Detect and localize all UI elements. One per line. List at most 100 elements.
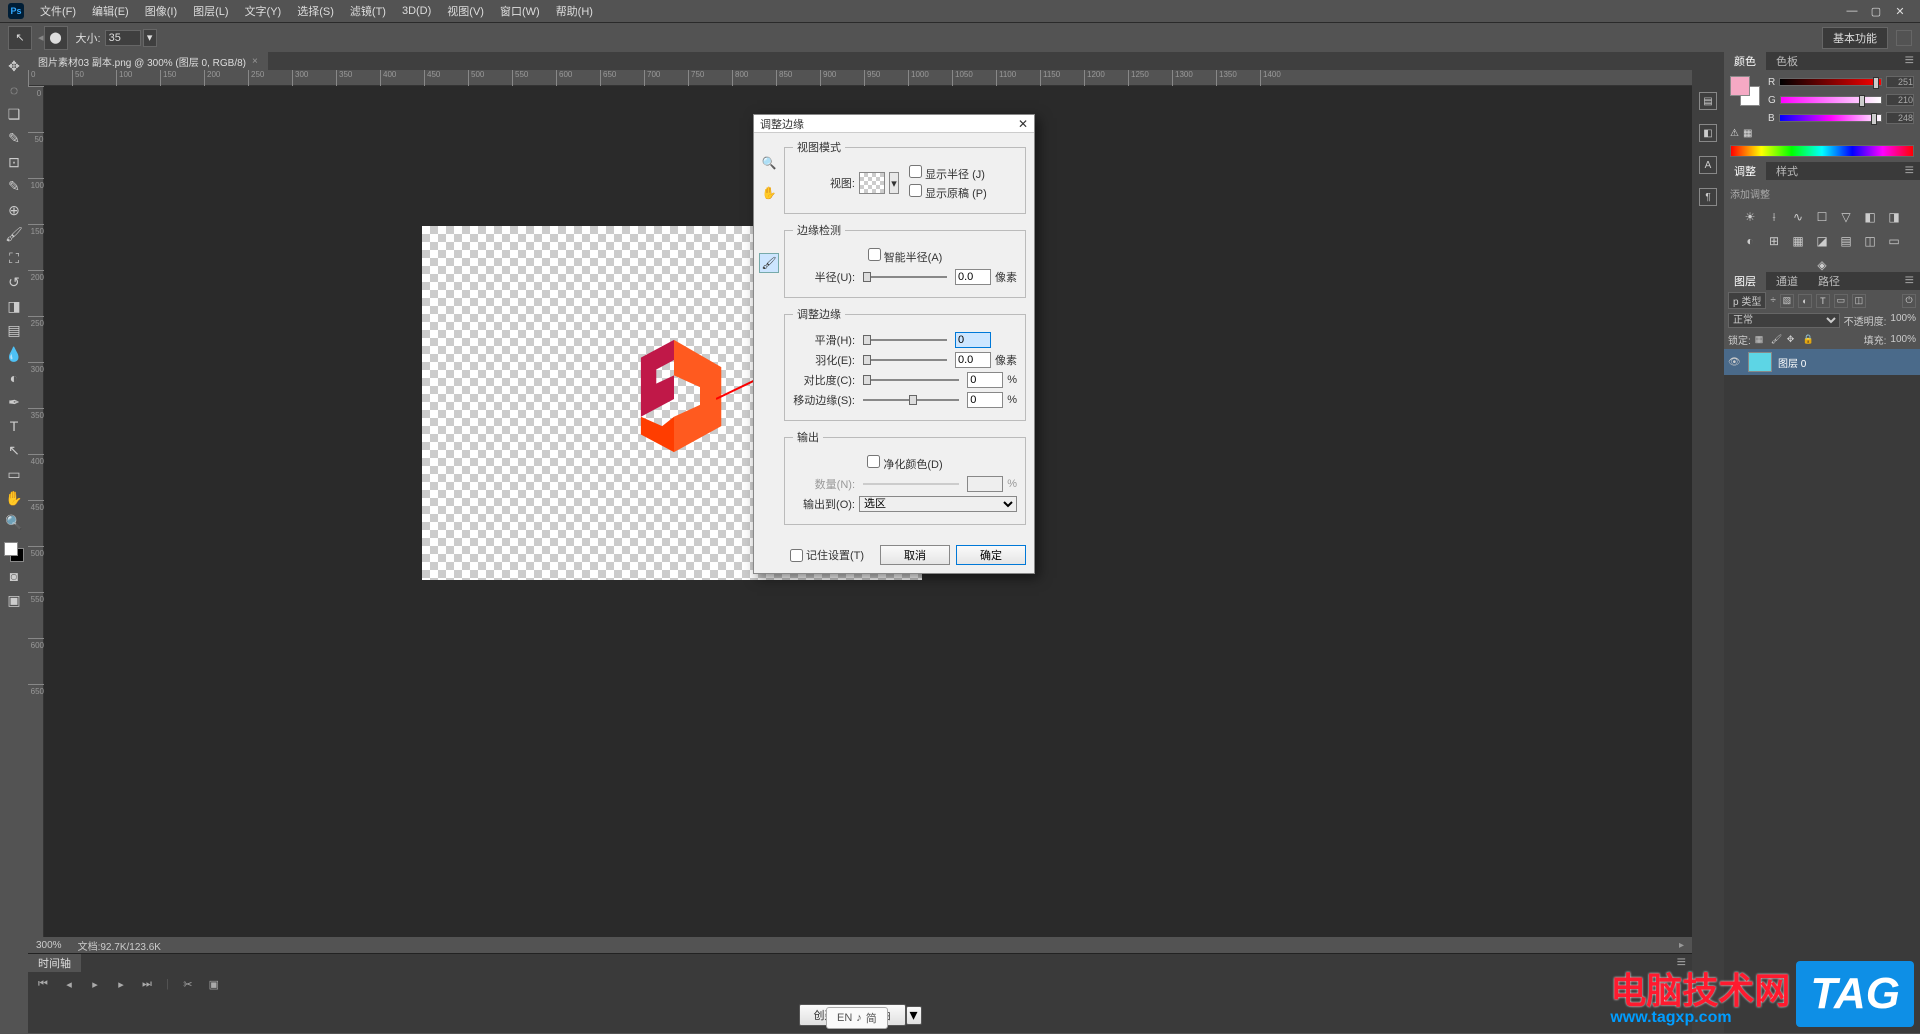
- smart-radius-checkbox[interactable]: 智能半径(A): [868, 248, 943, 265]
- tab-close-icon[interactable]: ×: [252, 56, 258, 67]
- show-radius-checkbox[interactable]: 显示半径 (J): [909, 165, 987, 182]
- b-value[interactable]: [1886, 112, 1914, 124]
- layers-panel-menu-icon[interactable]: ≡: [1899, 272, 1920, 290]
- brightness-icon[interactable]: ☀: [1742, 209, 1758, 225]
- exposure-icon[interactable]: ☐: [1814, 209, 1830, 225]
- menu-layer[interactable]: 图层(L): [185, 3, 236, 19]
- panel-menu-icon[interactable]: ≡: [1899, 52, 1920, 70]
- show-original-checkbox[interactable]: 显示原稿 (P): [909, 184, 987, 201]
- blur-tool-icon[interactable]: 💧: [4, 344, 24, 364]
- menu-select[interactable]: 选择(S): [289, 3, 342, 19]
- layer-row[interactable]: 👁 图层 0: [1724, 349, 1920, 375]
- eyedropper-tool-icon[interactable]: ✎: [4, 176, 24, 196]
- character-panel-icon[interactable]: A: [1699, 156, 1717, 174]
- filter-shape-icon[interactable]: ▭: [1834, 294, 1848, 308]
- paragraph-panel-icon[interactable]: ¶: [1699, 188, 1717, 206]
- workspace-selector[interactable]: 基本功能: [1822, 27, 1888, 49]
- vibrance-icon[interactable]: ▽: [1838, 209, 1854, 225]
- dialog-zoom-tool-icon[interactable]: 🔍: [759, 153, 779, 173]
- gradient-tool-icon[interactable]: ▤: [4, 320, 24, 340]
- smooth-input[interactable]: [955, 332, 991, 348]
- menu-edit[interactable]: 编辑(E): [84, 3, 137, 19]
- curves-icon[interactable]: ∿: [1790, 209, 1806, 225]
- hue-strip[interactable]: [1730, 145, 1914, 157]
- stamp-tool-icon[interactable]: ⛶: [4, 248, 24, 268]
- window-close-icon[interactable]: ✕: [1888, 5, 1912, 18]
- menu-filter[interactable]: 滤镜(T): [342, 3, 394, 19]
- window-minimize-icon[interactable]: ―: [1840, 5, 1864, 17]
- menu-window[interactable]: 窗口(W): [492, 3, 548, 19]
- lock-all-icon[interactable]: 🔒: [1803, 334, 1815, 346]
- menu-image[interactable]: 图像(I): [137, 3, 185, 19]
- brush-preset-icon[interactable]: ⬤: [44, 26, 68, 50]
- timeline-first-icon[interactable]: ⏮: [36, 978, 50, 991]
- current-tool-icon[interactable]: ↖: [8, 26, 32, 50]
- ok-button[interactable]: 确定: [956, 545, 1026, 565]
- timeline-last-icon[interactable]: ⏭: [140, 978, 154, 991]
- contrast-input[interactable]: [967, 372, 1003, 388]
- shift-edge-input[interactable]: [967, 392, 1003, 408]
- layer-filter-kind[interactable]: p 类型: [1728, 292, 1766, 309]
- channel-mixer-icon[interactable]: ⊞: [1766, 233, 1782, 249]
- pen-tool-icon[interactable]: ✒: [4, 392, 24, 412]
- gamut-warn-icon[interactable]: ⚠: [1730, 128, 1739, 139]
- selective-color-icon[interactable]: ◈: [1814, 257, 1830, 273]
- tab-channels[interactable]: 通道: [1766, 272, 1808, 290]
- quickmask-tool-icon[interactable]: ◙: [4, 566, 24, 586]
- lasso-tool-icon[interactable]: ❑: [4, 104, 24, 124]
- type-tool-icon[interactable]: T: [4, 416, 24, 436]
- view-mode-thumbnail[interactable]: [859, 172, 885, 194]
- output-to-select[interactable]: 选区: [859, 496, 1017, 512]
- zoom-level[interactable]: 300%: [36, 940, 62, 951]
- fill-value[interactable]: 100%: [1890, 334, 1916, 345]
- feather-slider[interactable]: [863, 359, 947, 361]
- dialog-refine-brush-icon[interactable]: 🖌: [759, 253, 779, 273]
- layer-name[interactable]: 图层 0: [1778, 355, 1806, 370]
- posterize-icon[interactable]: ▤: [1838, 233, 1854, 249]
- color-lookup-icon[interactable]: ▦: [1790, 233, 1806, 249]
- zoom-tool-icon[interactable]: 🔍: [4, 512, 24, 532]
- brush-size-input[interactable]: [105, 30, 141, 46]
- gradient-map-icon[interactable]: ▭: [1886, 233, 1902, 249]
- dodge-tool-icon[interactable]: ◐: [4, 368, 24, 388]
- g-value[interactable]: [1886, 94, 1914, 106]
- websafe-icon[interactable]: ▦: [1743, 128, 1752, 139]
- brush-tool-icon[interactable]: 🖌: [4, 224, 24, 244]
- adjust-panel-menu-icon[interactable]: ≡: [1899, 162, 1920, 180]
- decontaminate-checkbox[interactable]: 净化颜色(D): [867, 455, 942, 472]
- marquee-tool-icon[interactable]: ◌: [4, 80, 24, 100]
- remember-settings-checkbox[interactable]: 记住设置(T): [762, 545, 864, 565]
- timeline-transition-icon[interactable]: ▣: [207, 978, 221, 991]
- levels-icon[interactable]: ⟊: [1766, 209, 1782, 225]
- layer-thumbnail[interactable]: [1748, 352, 1772, 372]
- history-brush-tool-icon[interactable]: ↺: [4, 272, 24, 292]
- menu-3d[interactable]: 3D(D): [394, 5, 439, 17]
- filter-toggle-icon[interactable]: ⏻: [1902, 294, 1916, 308]
- menu-help[interactable]: 帮助(H): [548, 3, 601, 19]
- lock-transparency-icon[interactable]: ▦: [1755, 334, 1767, 346]
- tab-paths[interactable]: 路径: [1808, 272, 1850, 290]
- b-slider[interactable]: [1779, 114, 1882, 122]
- invert-icon[interactable]: ◪: [1814, 233, 1830, 249]
- layer-visibility-icon[interactable]: 👁: [1728, 357, 1742, 368]
- shift-edge-slider[interactable]: [863, 399, 959, 401]
- cancel-button[interactable]: 取消: [880, 545, 950, 565]
- filter-smart-icon[interactable]: ◫: [1852, 294, 1866, 308]
- hand-tool-icon[interactable]: ✋: [4, 488, 24, 508]
- lock-pixels-icon[interactable]: 🖌: [1771, 334, 1783, 346]
- size-dropdown-icon[interactable]: ▾: [143, 29, 157, 47]
- document-tab[interactable]: 图片素材03 副本.png @ 300% (图层 0, RGB/8) ×: [28, 52, 268, 70]
- history-panel-icon[interactable]: ▤: [1699, 92, 1717, 110]
- contrast-slider[interactable]: [863, 379, 959, 381]
- foreground-color-icon[interactable]: [4, 542, 18, 556]
- tab-styles[interactable]: 样式: [1766, 162, 1808, 180]
- status-play-icon[interactable]: ▸: [1679, 940, 1684, 951]
- shape-tool-icon[interactable]: ▭: [4, 464, 24, 484]
- lock-position-icon[interactable]: ✥: [1787, 334, 1799, 346]
- view-mode-dropdown-icon[interactable]: ▾: [889, 172, 899, 194]
- healing-tool-icon[interactable]: ⊕: [4, 200, 24, 220]
- photo-filter-icon[interactable]: ◐: [1742, 233, 1758, 249]
- blend-mode-select[interactable]: 正常: [1728, 313, 1840, 328]
- menu-type[interactable]: 文字(Y): [237, 3, 290, 19]
- menu-file[interactable]: 文件(F): [32, 3, 84, 19]
